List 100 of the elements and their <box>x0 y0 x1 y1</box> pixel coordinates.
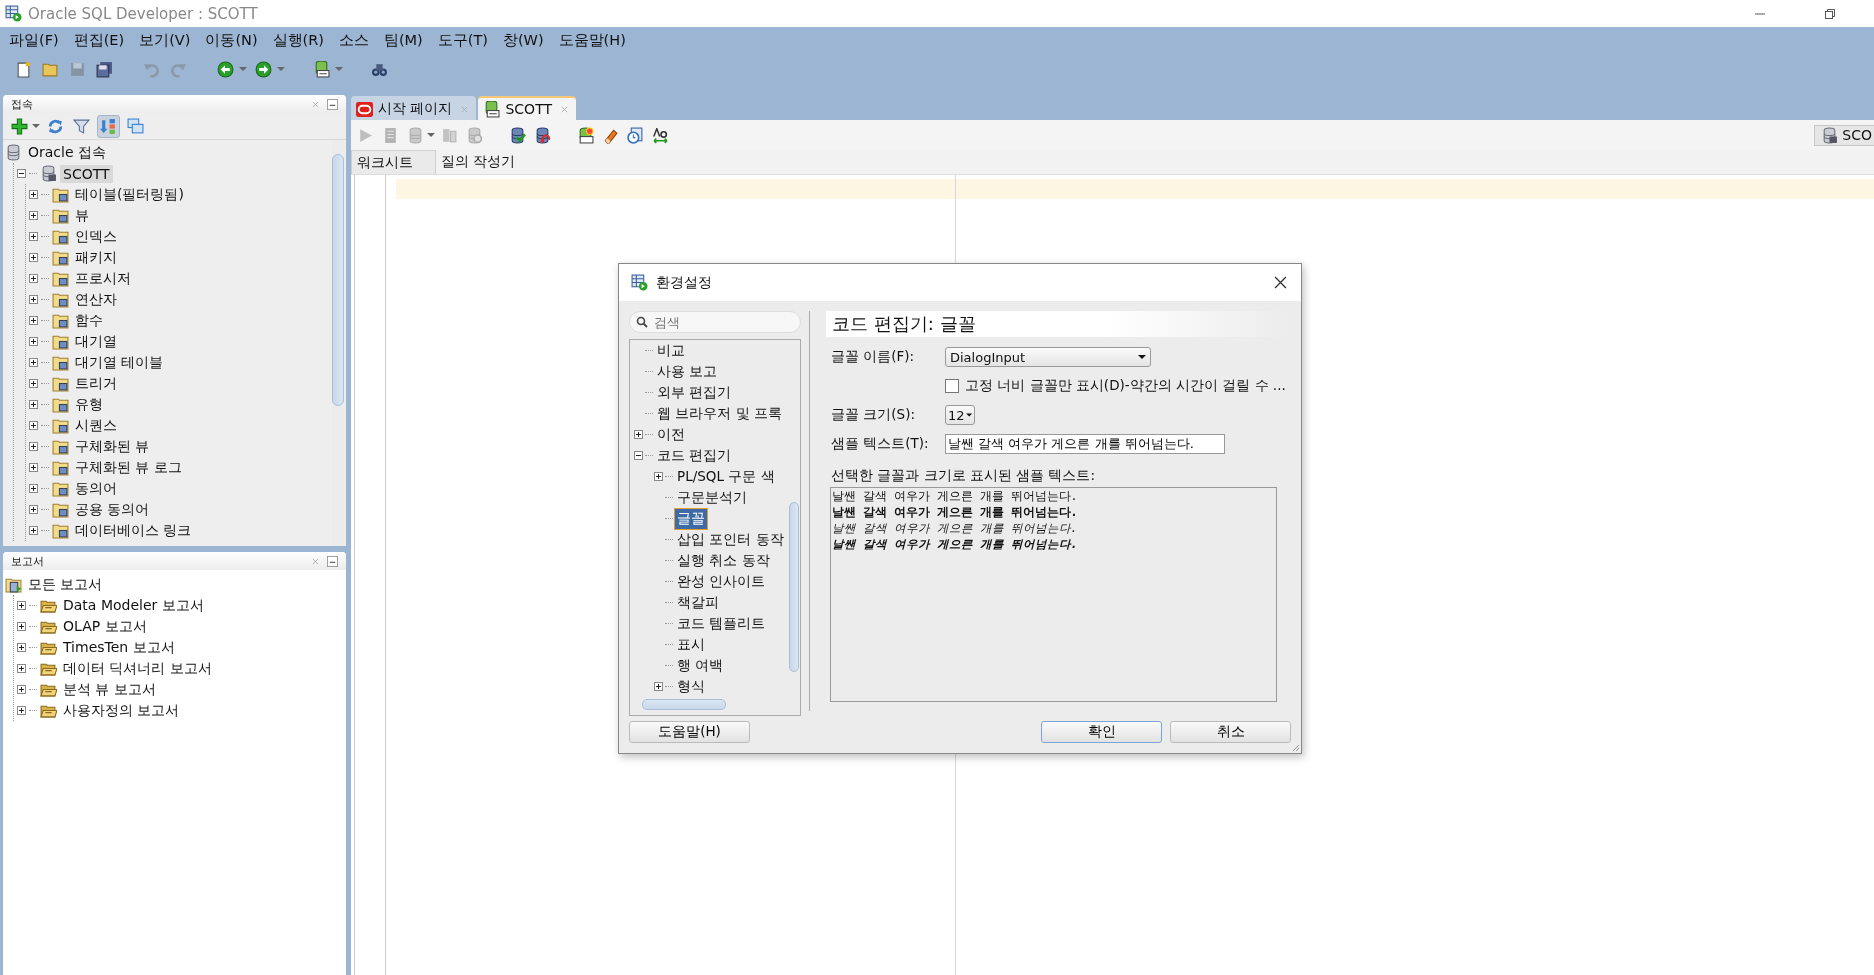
expand-icon[interactable] <box>17 706 26 715</box>
caret-icon[interactable] <box>239 65 247 73</box>
tree-item[interactable]: PL/SQL 구문 색 <box>675 466 777 487</box>
expand-icon[interactable] <box>29 295 38 304</box>
back-icon[interactable] <box>215 58 236 80</box>
font-size-dropdown[interactable]: 12 <box>945 405 975 425</box>
expand-icon[interactable] <box>29 358 38 367</box>
connection-button[interactable]: SCO <box>1814 124 1874 146</box>
caret-icon[interactable] <box>277 65 285 73</box>
expand-icon[interactable] <box>17 643 26 652</box>
tree-item[interactable]: 뷰 <box>72 205 92 226</box>
tree-item[interactable]: Data Modeler 보고서 <box>60 595 207 616</box>
editor-tab[interactable]: 시작 페이지 <box>351 96 477 120</box>
tree-item[interactable]: 비교 <box>655 340 687 361</box>
menu-item[interactable]: 보기(V) <box>138 30 192 50</box>
resize-grip-icon[interactable] <box>1290 742 1300 752</box>
tree-item[interactable]: 표시 <box>675 634 707 655</box>
tree-item[interactable]: 외부 편집기 <box>655 382 734 403</box>
subtab[interactable]: 워크시트 <box>351 150 436 174</box>
expand-icon[interactable] <box>29 190 38 199</box>
tree-item[interactable]: 구체화된 뷰 <box>72 436 153 457</box>
menu-item[interactable]: 도구(T) <box>436 30 489 50</box>
history-icon[interactable] <box>625 124 646 146</box>
menu-item[interactable]: 도움말(H) <box>557 30 627 50</box>
tree-item[interactable]: 구문분석기 <box>675 487 749 508</box>
windows-icon[interactable] <box>125 115 146 137</box>
expand-icon[interactable] <box>17 685 26 694</box>
menu-item[interactable]: 창(W) <box>501 30 545 50</box>
ok-button[interactable]: 확인 <box>1041 721 1162 743</box>
editor-tab[interactable]: SCOTT <box>478 96 576 120</box>
tree-item[interactable]: SCOTT <box>60 164 113 183</box>
menu-item[interactable]: 이동(N) <box>204 30 259 50</box>
search-field[interactable]: 검색 <box>629 311 801 333</box>
tree-item[interactable]: 글꼴 <box>675 508 707 529</box>
tree-item[interactable]: OLAP 보고서 <box>60 616 150 637</box>
expand-icon[interactable] <box>29 337 38 346</box>
tree-item[interactable]: 코드 편집기 <box>655 445 734 466</box>
expand-icon[interactable] <box>29 274 38 283</box>
expand-icon[interactable] <box>654 472 663 481</box>
expand-icon[interactable] <box>29 400 38 409</box>
tree-item[interactable]: 형식 <box>675 676 707 697</box>
sample-text-field[interactable]: 날쌘 갈색 여우가 게으른 개를 뛰어넘는다. <box>945 434 1225 454</box>
tree-item[interactable]: 공용 동의어 <box>72 499 153 520</box>
tree-item[interactable]: 프로시저 <box>72 268 134 289</box>
tree-item[interactable]: 분석 뷰 보고서 <box>60 679 159 700</box>
tree-item[interactable]: 데이터 딕셔너리 보고서 <box>60 658 215 679</box>
minimize-icon[interactable] <box>327 98 338 110</box>
cancel-button[interactable]: 취소 <box>1170 721 1291 743</box>
tree-item[interactable]: 이전 <box>655 424 687 445</box>
tree-item[interactable]: 코드 템플리트 <box>675 613 768 634</box>
expand-icon[interactable] <box>29 526 38 535</box>
schema-browser-icon[interactable] <box>97 114 120 138</box>
tree-item[interactable]: 완성 인사이트 <box>675 571 768 592</box>
expand-icon[interactable] <box>29 316 38 325</box>
tree-item[interactable]: 시퀀스 <box>72 415 120 436</box>
expand-icon[interactable] <box>654 682 663 691</box>
forward-icon[interactable] <box>253 58 274 80</box>
tree-item[interactable]: 사용 보고 <box>655 361 720 382</box>
tree-item[interactable]: 유형 <box>72 394 106 415</box>
tree-item[interactable]: 사용자정의 보고서 <box>60 700 183 721</box>
tree-item[interactable]: 함수 <box>72 310 106 331</box>
expand-icon[interactable] <box>17 622 26 631</box>
subtab[interactable]: 질의 작성기 <box>436 150 528 174</box>
tree-item[interactable]: 모든 보고서 <box>25 574 106 595</box>
plus-icon[interactable] <box>9 115 30 137</box>
tree-item[interactable]: 삽입 포인터 동작 <box>675 529 786 550</box>
tree-item[interactable]: 책갈피 <box>675 592 721 613</box>
expand-icon[interactable] <box>29 232 38 241</box>
checkbox[interactable] <box>945 379 959 393</box>
tree-item[interactable]: 트리거 <box>72 373 120 394</box>
tree-item[interactable]: 행 여백 <box>675 655 726 676</box>
tree-item[interactable]: 구체화된 뷰 로그 <box>72 457 185 478</box>
expand-icon[interactable] <box>29 442 38 451</box>
restore-icon[interactable] <box>1824 7 1836 20</box>
menu-item[interactable]: 소스 <box>337 30 370 50</box>
expand-icon[interactable] <box>29 421 38 430</box>
expand-icon[interactable] <box>29 253 38 262</box>
tree-item[interactable]: 데이터베이스 링크 <box>72 520 195 541</box>
help-button[interactable]: 도움말(H) <box>629 721 750 743</box>
expand-icon[interactable] <box>17 601 26 610</box>
font-name-dropdown[interactable]: DialogInput <box>945 347 1151 367</box>
expand-icon[interactable] <box>634 430 643 439</box>
tree-item[interactable]: 동의어 <box>72 478 120 499</box>
caret-icon[interactable] <box>32 122 40 130</box>
expand-icon[interactable] <box>29 211 38 220</box>
minimize-icon[interactable] <box>327 555 338 567</box>
tree-item[interactable]: 패키지 <box>72 247 120 268</box>
menu-item[interactable]: 실행(R) <box>271 30 325 50</box>
caret-icon[interactable] <box>335 65 343 73</box>
close-icon[interactable] <box>1274 276 1287 289</box>
tree-item[interactable]: TimesTen 보고서 <box>60 637 178 658</box>
expand-icon[interactable] <box>29 505 38 514</box>
collapse-icon[interactable] <box>634 451 643 460</box>
expand-icon[interactable] <box>29 379 38 388</box>
tree-item[interactable]: Oracle 접속 <box>25 142 109 163</box>
tree-item[interactable]: 실행 취소 동작 <box>675 550 772 571</box>
menu-item[interactable]: 팀(M) <box>382 30 424 50</box>
menu-item[interactable]: 편집(E) <box>72 30 126 50</box>
tree-item[interactable]: 대기열 테이블 <box>72 352 167 373</box>
expand-icon[interactable] <box>29 484 38 493</box>
